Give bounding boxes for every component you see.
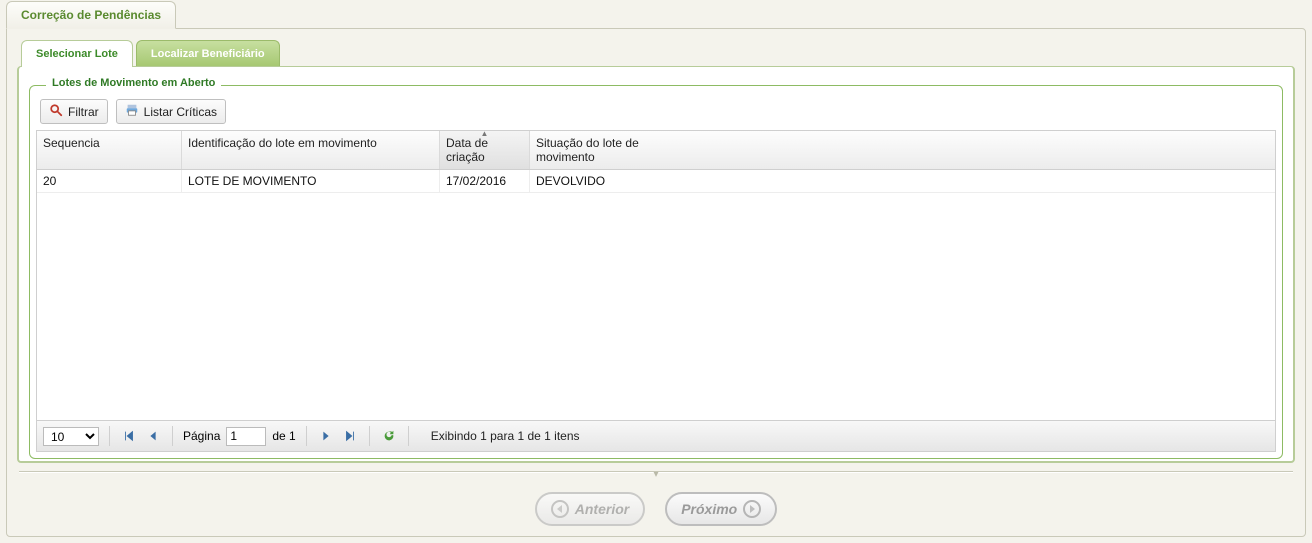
table-row[interactable]: 20 LOTE DE MOVIMENTO 17/02/2016 DEVOLVID… — [37, 170, 1275, 193]
col-data-criacao-label: Data de criação — [446, 136, 488, 164]
inner-panel: Lotes de Movimento em Aberto Filtrar Lis… — [17, 66, 1295, 463]
proximo-button[interactable]: Próximo — [665, 492, 777, 526]
last-page-button[interactable] — [341, 427, 359, 445]
proximo-label: Próximo — [681, 501, 737, 517]
col-sequencia[interactable]: Sequencia — [37, 131, 182, 169]
sort-asc-icon: ▲ — [440, 129, 529, 138]
tab-selecionar-lote-label: Selecionar Lote — [36, 48, 118, 60]
tab-localizar-beneficiario-label: Localizar Beneficiário — [151, 48, 265, 60]
paging-toolbar: 10 Página de 1 — [37, 420, 1275, 451]
page-size-select[interactable]: 10 — [43, 427, 99, 446]
page-number-input[interactable] — [226, 427, 266, 446]
anterior-button[interactable]: Anterior — [535, 492, 645, 526]
tab-correcao-pendencias[interactable]: Correção de Pendências — [6, 1, 176, 29]
tab-localizar-beneficiario[interactable]: Localizar Beneficiário — [136, 40, 280, 67]
grid-header-row: Sequencia Identificação do lote em movim… — [37, 131, 1275, 170]
col-situacao[interactable]: Situação do lote de movimento — [530, 131, 690, 169]
col-identificacao[interactable]: Identificação do lote em movimento — [182, 131, 440, 169]
chevron-left-icon — [551, 500, 569, 518]
prev-page-button[interactable] — [144, 427, 162, 445]
cell-data: 17/02/2016 — [440, 170, 530, 192]
search-icon — [49, 103, 63, 120]
tab-correcao-pendencias-label: Correção de Pendências — [21, 8, 161, 22]
next-page-button[interactable] — [317, 427, 335, 445]
refresh-button[interactable] — [380, 427, 398, 445]
filtrar-label: Filtrar — [68, 105, 99, 119]
divider-notch-icon: ▾ — [17, 469, 1295, 480]
page-label: Página — [183, 429, 220, 443]
grid-lotes: Sequencia Identificação do lote em movim… — [36, 130, 1276, 452]
first-page-button[interactable] — [120, 427, 138, 445]
chevron-right-icon — [743, 500, 761, 518]
listar-criticas-label: Listar Críticas — [144, 105, 217, 119]
cell-ident: LOTE DE MOVIMENTO — [182, 170, 440, 192]
fieldset-legend: Lotes de Movimento em Aberto — [46, 77, 221, 89]
col-data-criacao[interactable]: ▲ Data de criação — [440, 131, 530, 169]
page-of-label: de 1 — [272, 429, 295, 443]
filtrar-button[interactable]: Filtrar — [40, 99, 108, 124]
listar-criticas-button[interactable]: Listar Críticas — [116, 99, 226, 124]
tab-selecionar-lote[interactable]: Selecionar Lote — [21, 40, 133, 67]
fieldset-lotes-movimento: Lotes de Movimento em Aberto Filtrar Lis… — [29, 85, 1283, 459]
grid-body[interactable]: 20 LOTE DE MOVIMENTO 17/02/2016 DEVOLVID… — [37, 170, 1275, 420]
anterior-label: Anterior — [575, 501, 629, 517]
cell-seq: 20 — [37, 170, 182, 192]
cell-sit: DEVOLVIDO — [530, 170, 690, 192]
outer-panel: Selecionar Lote Localizar Beneficiário L… — [6, 28, 1306, 537]
paging-info: Exibindo 1 para 1 de 1 itens — [431, 429, 580, 443]
printer-icon — [125, 103, 139, 120]
